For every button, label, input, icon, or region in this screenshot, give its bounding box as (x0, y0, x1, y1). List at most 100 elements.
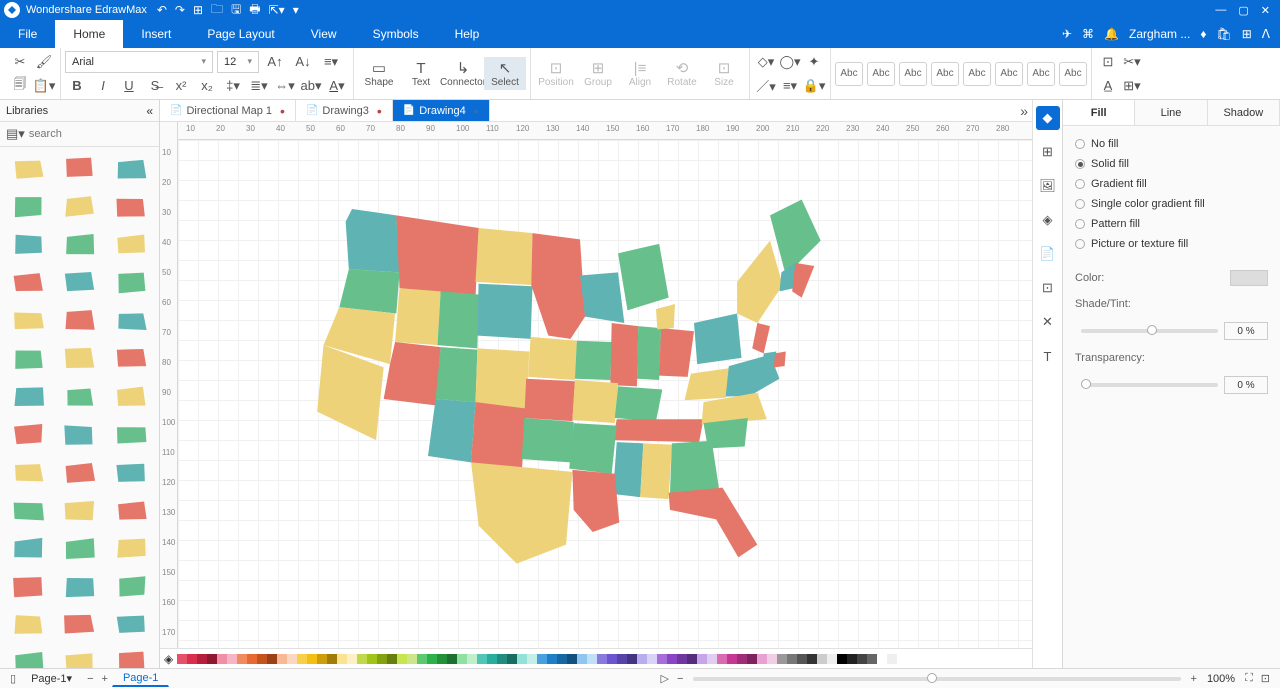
select-tool[interactable]: ↖Select (484, 57, 526, 90)
radio-gradient-fill[interactable]: Gradient fill (1075, 174, 1268, 194)
rptab-fill[interactable]: Fill (1063, 100, 1135, 125)
vb-image-icon[interactable]: 🖼 (1036, 174, 1060, 198)
menu-view[interactable]: View (293, 20, 355, 48)
color-swatch-item[interactable] (607, 654, 617, 664)
library-shape[interactable] (107, 265, 155, 299)
arrange-icon[interactable]: ⊞▾ (1120, 75, 1144, 97)
vb-style-icon[interactable]: ◆ (1036, 106, 1060, 130)
export-icon[interactable]: ⇱▾ (269, 3, 285, 17)
color-swatch-item[interactable] (857, 654, 867, 664)
radio-pattern-fill[interactable]: Pattern fill (1075, 214, 1268, 234)
vb-grid-icon[interactable]: ⊞ (1036, 140, 1060, 164)
library-shape[interactable] (107, 227, 155, 261)
library-shape[interactable] (107, 151, 155, 185)
library-shape[interactable] (4, 265, 52, 299)
save-icon[interactable]: 🖫 (231, 0, 241, 21)
color-swatch-item[interactable] (177, 654, 187, 664)
color-swatch-item[interactable] (657, 654, 667, 664)
new-icon[interactable]: ⊞ (193, 3, 203, 17)
collapse-library-icon[interactable]: « (146, 104, 153, 118)
color-swatch-item[interactable] (487, 654, 497, 664)
size-tool[interactable]: ⊡Size (703, 57, 745, 90)
color-swatch-item[interactable] (197, 654, 207, 664)
tab-drawing3[interactable]: 📄Drawing3• (296, 100, 393, 121)
align-menu-icon[interactable]: ≡▾ (319, 51, 343, 73)
vb-shuffle-icon[interactable]: ✕ (1036, 310, 1060, 334)
color-swatch-item[interactable] (637, 654, 647, 664)
color-swatch-item[interactable] (787, 654, 797, 664)
color-swatch-item[interactable] (317, 654, 327, 664)
color-swatch-item[interactable] (247, 654, 257, 664)
color-swatch-item[interactable] (537, 654, 547, 664)
library-shape[interactable] (56, 379, 104, 413)
library-shape[interactable] (4, 227, 52, 261)
library-shape[interactable] (107, 493, 155, 527)
vb-clipart-icon[interactable]: ⊡ (1036, 276, 1060, 300)
library-shape[interactable] (4, 493, 52, 527)
quick-style-icon[interactable]: ✦ (802, 51, 826, 73)
library-shape[interactable] (56, 569, 104, 603)
color-swatch-item[interactable] (257, 654, 267, 664)
text-tool[interactable]: TText (400, 57, 442, 90)
add-page-icon[interactable]: + (98, 673, 112, 685)
color-swatch-item[interactable] (817, 654, 827, 664)
color-swatch-item[interactable] (377, 654, 387, 664)
library-shape[interactable] (4, 645, 52, 668)
theme-style-8[interactable]: Abc (1059, 62, 1087, 86)
library-shape[interactable] (4, 455, 52, 489)
color-swatch-item[interactable] (427, 654, 437, 664)
rptab-line[interactable]: Line (1135, 100, 1207, 125)
line-height-icon[interactable]: ‡▾ (221, 75, 245, 97)
color-swatch-item[interactable] (827, 654, 837, 664)
font-color-icon[interactable]: A▾ (325, 75, 349, 97)
text-format-icon[interactable]: A̲ (1096, 75, 1120, 97)
color-swatch-item[interactable] (547, 654, 557, 664)
color-swatch-item[interactable] (687, 654, 697, 664)
color-swatch-item[interactable] (887, 654, 897, 664)
pagefit-icon[interactable]: ⊡ (1096, 51, 1120, 73)
theme-style-7[interactable]: Abc (1027, 62, 1055, 86)
color-swatch-item[interactable] (237, 654, 247, 664)
library-shape[interactable] (56, 645, 104, 668)
bell-icon[interactable]: 🔔 (1104, 27, 1119, 41)
menu-home[interactable]: Home (55, 20, 123, 48)
color-swatch-item[interactable] (357, 654, 367, 664)
color-swatch-item[interactable] (757, 654, 767, 664)
transparency-slider[interactable] (1081, 383, 1218, 387)
color-swatch-item[interactable] (617, 654, 627, 664)
rotate-tool[interactable]: ⟲Rotate (661, 57, 703, 90)
layout-icon[interactable]: ▯ (6, 672, 20, 685)
color-swatch-item[interactable] (307, 654, 317, 664)
crown-icon[interactable]: ♦ (1200, 27, 1206, 41)
remove-page-icon[interactable]: − (83, 673, 97, 685)
tabs-more-icon[interactable]: » (1020, 103, 1028, 119)
transparency-value[interactable]: 0 % (1224, 376, 1268, 394)
color-swatch-item[interactable] (387, 654, 397, 664)
library-shape[interactable] (4, 303, 52, 337)
library-shape[interactable] (4, 189, 52, 223)
user-name[interactable]: Zargham ... (1129, 27, 1190, 41)
position-tool[interactable]: ⊡Position (535, 57, 577, 90)
share-icon[interactable]: ✈ (1062, 27, 1072, 41)
color-swatch-item[interactable] (527, 654, 537, 664)
redo-icon[interactable]: ↷ (175, 3, 185, 17)
color-swatch-item[interactable] (277, 654, 287, 664)
minimize-icon[interactable]: — (1215, 4, 1226, 17)
color-swatch-item[interactable] (807, 654, 817, 664)
color-swatch-item[interactable] (717, 654, 727, 664)
color-swatch-item[interactable] (507, 654, 517, 664)
library-shape[interactable] (56, 265, 104, 299)
tab-directional-map[interactable]: 📄Directional Map 1• (160, 100, 296, 121)
text-case-icon[interactable]: ab▾ (299, 75, 323, 97)
color-swatch-item[interactable] (697, 654, 707, 664)
library-shape[interactable] (107, 189, 155, 223)
shade-value[interactable]: 0 % (1224, 322, 1268, 340)
fullscreen-icon[interactable]: ⛶ (1241, 672, 1257, 685)
color-swatch-item[interactable] (577, 654, 587, 664)
color-swatch-item[interactable] (517, 654, 527, 664)
color-swatch-item[interactable] (707, 654, 717, 664)
library-shape[interactable] (107, 379, 155, 413)
shadow-tool-icon[interactable]: ◯▾ (778, 51, 802, 73)
radio-solid-fill[interactable]: Solid fill (1075, 154, 1268, 174)
color-swatch-item[interactable] (597, 654, 607, 664)
